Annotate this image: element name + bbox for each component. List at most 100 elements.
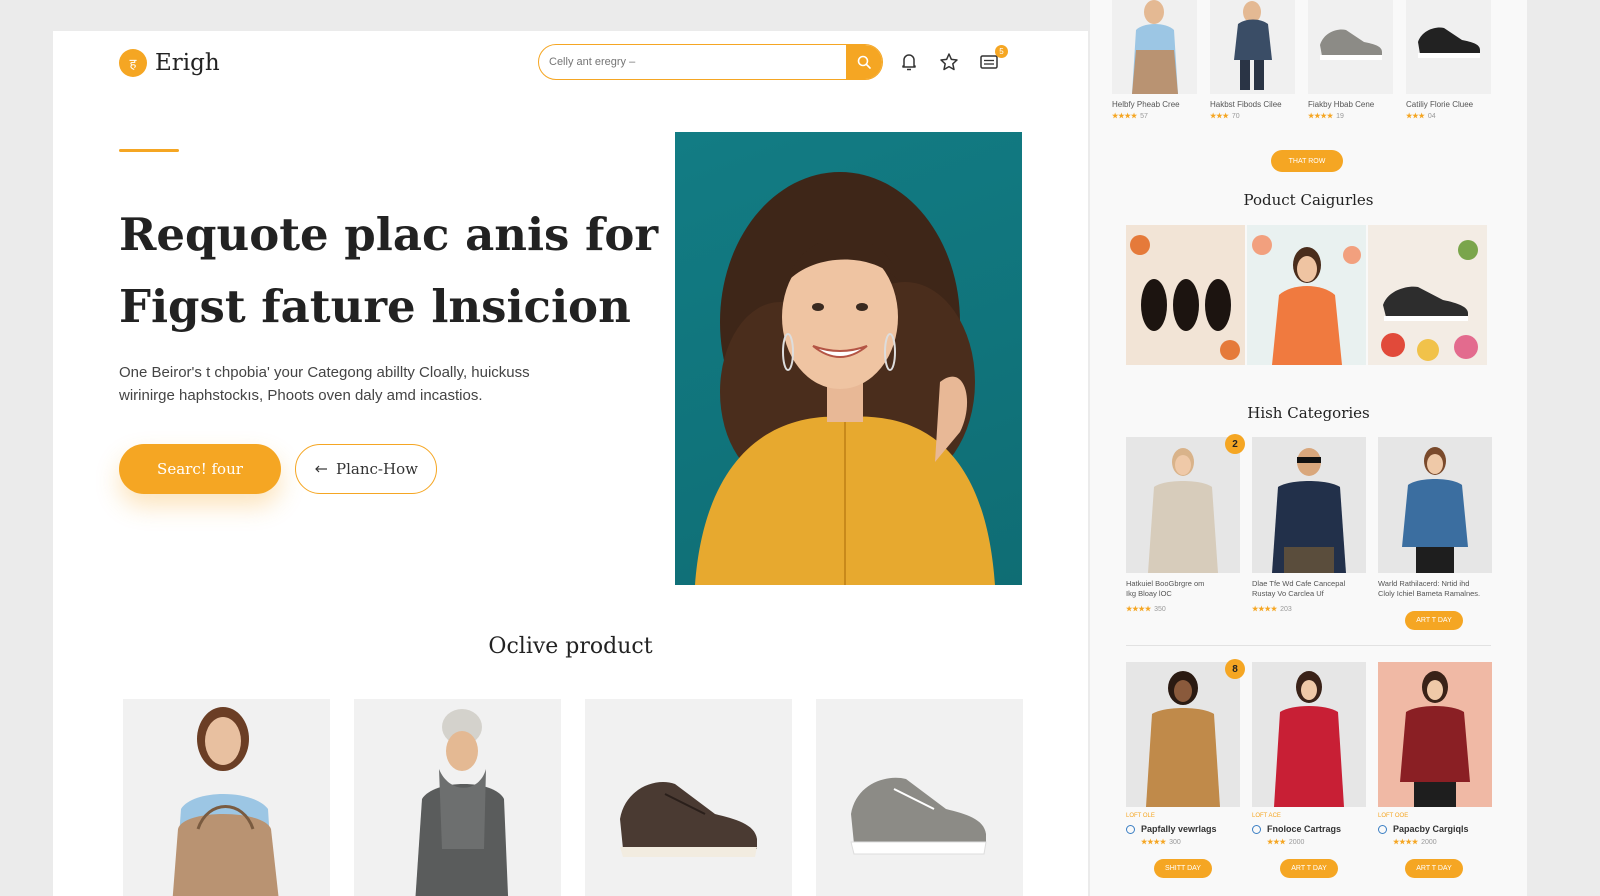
top-product-1-image [1112,0,1197,94]
product-brown-shoe-image [620,782,757,857]
product-categories-title: Poduct Caigurles [1243,191,1374,209]
high-category-3-button[interactable]: ART T DAY [1405,611,1463,630]
product-categories-row [1126,225,1487,365]
high-category-2-rating: ★★★★ 203 [1252,606,1292,613]
top-product-4-image [1406,0,1491,94]
high-category-4-button[interactable]: SHITT DAY [1154,859,1212,878]
top-product-2-rating: ★★★ 70 [1210,113,1240,120]
category-tile-shoes[interactable] [1126,225,1245,365]
hero-title-line-1: Requote plac anis for [119,208,659,261]
hero-description-line-1: One Beiror's t chpobia' your Categong ab… [119,364,530,381]
high-category-1-image [1126,437,1240,573]
radio-button[interactable] [1252,824,1261,834]
top-products-grid: Helbfy Pheab Cree ★★★★ 57 Hakbst Fibods C… [1112,0,1491,120]
hero-accent-line [119,149,179,152]
top-product-2-name: Hakbst Fibods Cilee [1210,100,1282,109]
high-category-6-image [1378,662,1492,807]
high-category-4-option[interactable]: Papfally vewrlags [1126,824,1240,834]
high-category-2-text: Dlae Tfe Wd Cafe Cancepal Rustay Vo Carcl… [1252,579,1346,598]
high-category-6[interactable]: LOFT OOE Papacby Cargiqls ★★★★ 2000 [1378,662,1492,846]
high-category-5-option[interactable]: Fnoloce Cartrags [1252,824,1366,834]
high-category-1-text: Hatkuiel BooGbrgre om Ikg Bloay lOC [1126,579,1205,598]
hero-model-image [675,132,1022,585]
top-product-4-rating: ★★★ 04 [1406,113,1436,120]
high-category-2[interactable]: Dlae Tfe Wd Cafe Cancepal Rustay Vo Carcl… [1252,437,1366,613]
high-category-4-image [1126,662,1240,807]
section-divider [1126,645,1491,646]
main-landing-card: ह Erigh 5 Requote plac anis for Figst fa… [53,31,1088,896]
category-tile-tops[interactable] [1247,225,1366,365]
top-product-3-name: Fiakby Hbab Cene [1308,100,1375,109]
top-product-4-name: Catiliy Florie Cluee [1406,100,1474,109]
high-categories-row-2: 8 LOFT OLE Papfally vewrlags ★★★★ 300 LOF… [1126,659,1492,846]
high-category-4-badge: 8 [1225,659,1245,679]
hero-description: One Beiror's t chpobia' your Categong ab… [119,361,599,407]
product-card-bag[interactable] [123,699,330,896]
high-category-5-image [1252,662,1366,807]
cart-button[interactable]: 5 [978,45,1008,73]
category-tile-sneakers[interactable] [1368,225,1487,365]
high-category-6-option[interactable]: Papacby Cargiqls [1378,824,1492,834]
star-icon [940,53,958,71]
product-card-sweater[interactable] [354,699,561,896]
high-category-1-badge: 2 [1225,434,1245,454]
high-categories-title: Hish Categories [1247,404,1370,422]
top-product-3-image [1308,0,1393,94]
hero-model-illustration [695,172,995,585]
side-panel: Helbfy Pheab Cree ★★★★ 57 Hakbst Fibods C… [1090,0,1527,896]
top-product-3[interactable]: Fiakby Hbab Cene ★★★★ 19 [1308,0,1393,120]
high-category-1[interactable]: 2 Hatkuiel BooGbrgre om Ikg Bloay lOC ★★★… [1126,434,1245,613]
radio-button[interactable] [1378,824,1387,834]
brand-logo[interactable]: ह Erigh [119,49,220,77]
product-grey-sneaker-image [850,777,987,855]
high-category-4-label: LOFT OLE [1126,813,1155,819]
search-input[interactable] [539,45,846,79]
search-cta-button[interactable]: Searc! four [119,444,281,494]
hero-title: Requote plac anis for Figst fature lnsic… [119,199,659,343]
featured-products [123,699,1023,896]
favorites-button[interactable] [938,51,960,73]
high-category-5-label: LOFT ACE [1252,813,1281,819]
product-card-brown-shoe[interactable] [585,699,792,896]
radio-button[interactable] [1126,824,1135,834]
search-bar [538,44,883,80]
search-button[interactable] [846,45,882,79]
notifications-button[interactable] [898,51,920,73]
plan-how-button[interactable]: Planc-How [295,444,437,494]
high-category-2-image [1252,437,1366,573]
high-category-5[interactable]: LOFT ACE Fnoloce Cartrags ★★★ 2000 [1252,662,1366,846]
top-products-button[interactable]: THAT ROW [1271,150,1343,172]
high-category-6-label: LOFT OOE [1378,813,1409,819]
high-category-5-button[interactable]: ART T DAY [1280,859,1338,878]
product-card-grey-sneaker[interactable] [816,699,1023,896]
bell-icon [902,54,916,71]
top-product-2[interactable]: Hakbst Fibods Cilee ★★★ 70 [1210,0,1295,120]
high-category-5-rating: ★★★ 2000 [1267,839,1305,846]
cart-count-badge: 5 [995,45,1008,58]
high-category-3[interactable]: Warld Rathilacerd: Nrtid ihd Cloly Ichiel… [1378,437,1492,613]
high-category-3-text: Warld Rathilacerd: Nrtid ihd Cloly Ichiel… [1378,579,1481,598]
product-sweater-image [415,709,509,896]
top-product-1-name: Helbfy Pheab Cree [1112,100,1180,109]
top-product-2-image [1210,0,1295,94]
arrow-left-icon [315,465,328,473]
featured-section-title: Oclive product [488,634,653,659]
top-product-1[interactable]: Helbfy Pheab Cree ★★★★ 57 [1112,0,1197,120]
high-categories-row-1: 2 Hatkuiel BooGbrgre om Ikg Bloay lOC ★★★… [1126,434,1492,613]
top-product-1-rating: ★★★★ 57 [1112,113,1148,120]
high-category-6-button[interactable]: ART T DAY [1405,859,1463,878]
high-category-4-rating: ★★★★ 300 [1141,839,1181,846]
brand-name: Erigh [155,50,220,76]
high-category-4[interactable]: 8 LOFT OLE Papfally vewrlags ★★★★ 300 [1126,659,1245,846]
high-category-1-rating: ★★★★ 350 [1126,606,1166,613]
hero-description-line-2: wirinirge haphstockıs, Phoots oven daly … [119,387,483,404]
search-icon [857,55,871,69]
high-category-3-image [1378,437,1492,573]
brand-mark-icon: ह [119,49,147,77]
high-category-6-rating: ★★★★ 2000 [1393,839,1437,846]
hero-title-line-2: Figst fature lnsicion [119,280,631,333]
plan-how-label: Planc-How [336,460,418,478]
top-product-4[interactable]: Catiliy Florie Cluee ★★★ 04 [1406,0,1491,120]
product-bag-image [172,707,279,896]
top-product-3-rating: ★★★★ 19 [1308,113,1344,120]
